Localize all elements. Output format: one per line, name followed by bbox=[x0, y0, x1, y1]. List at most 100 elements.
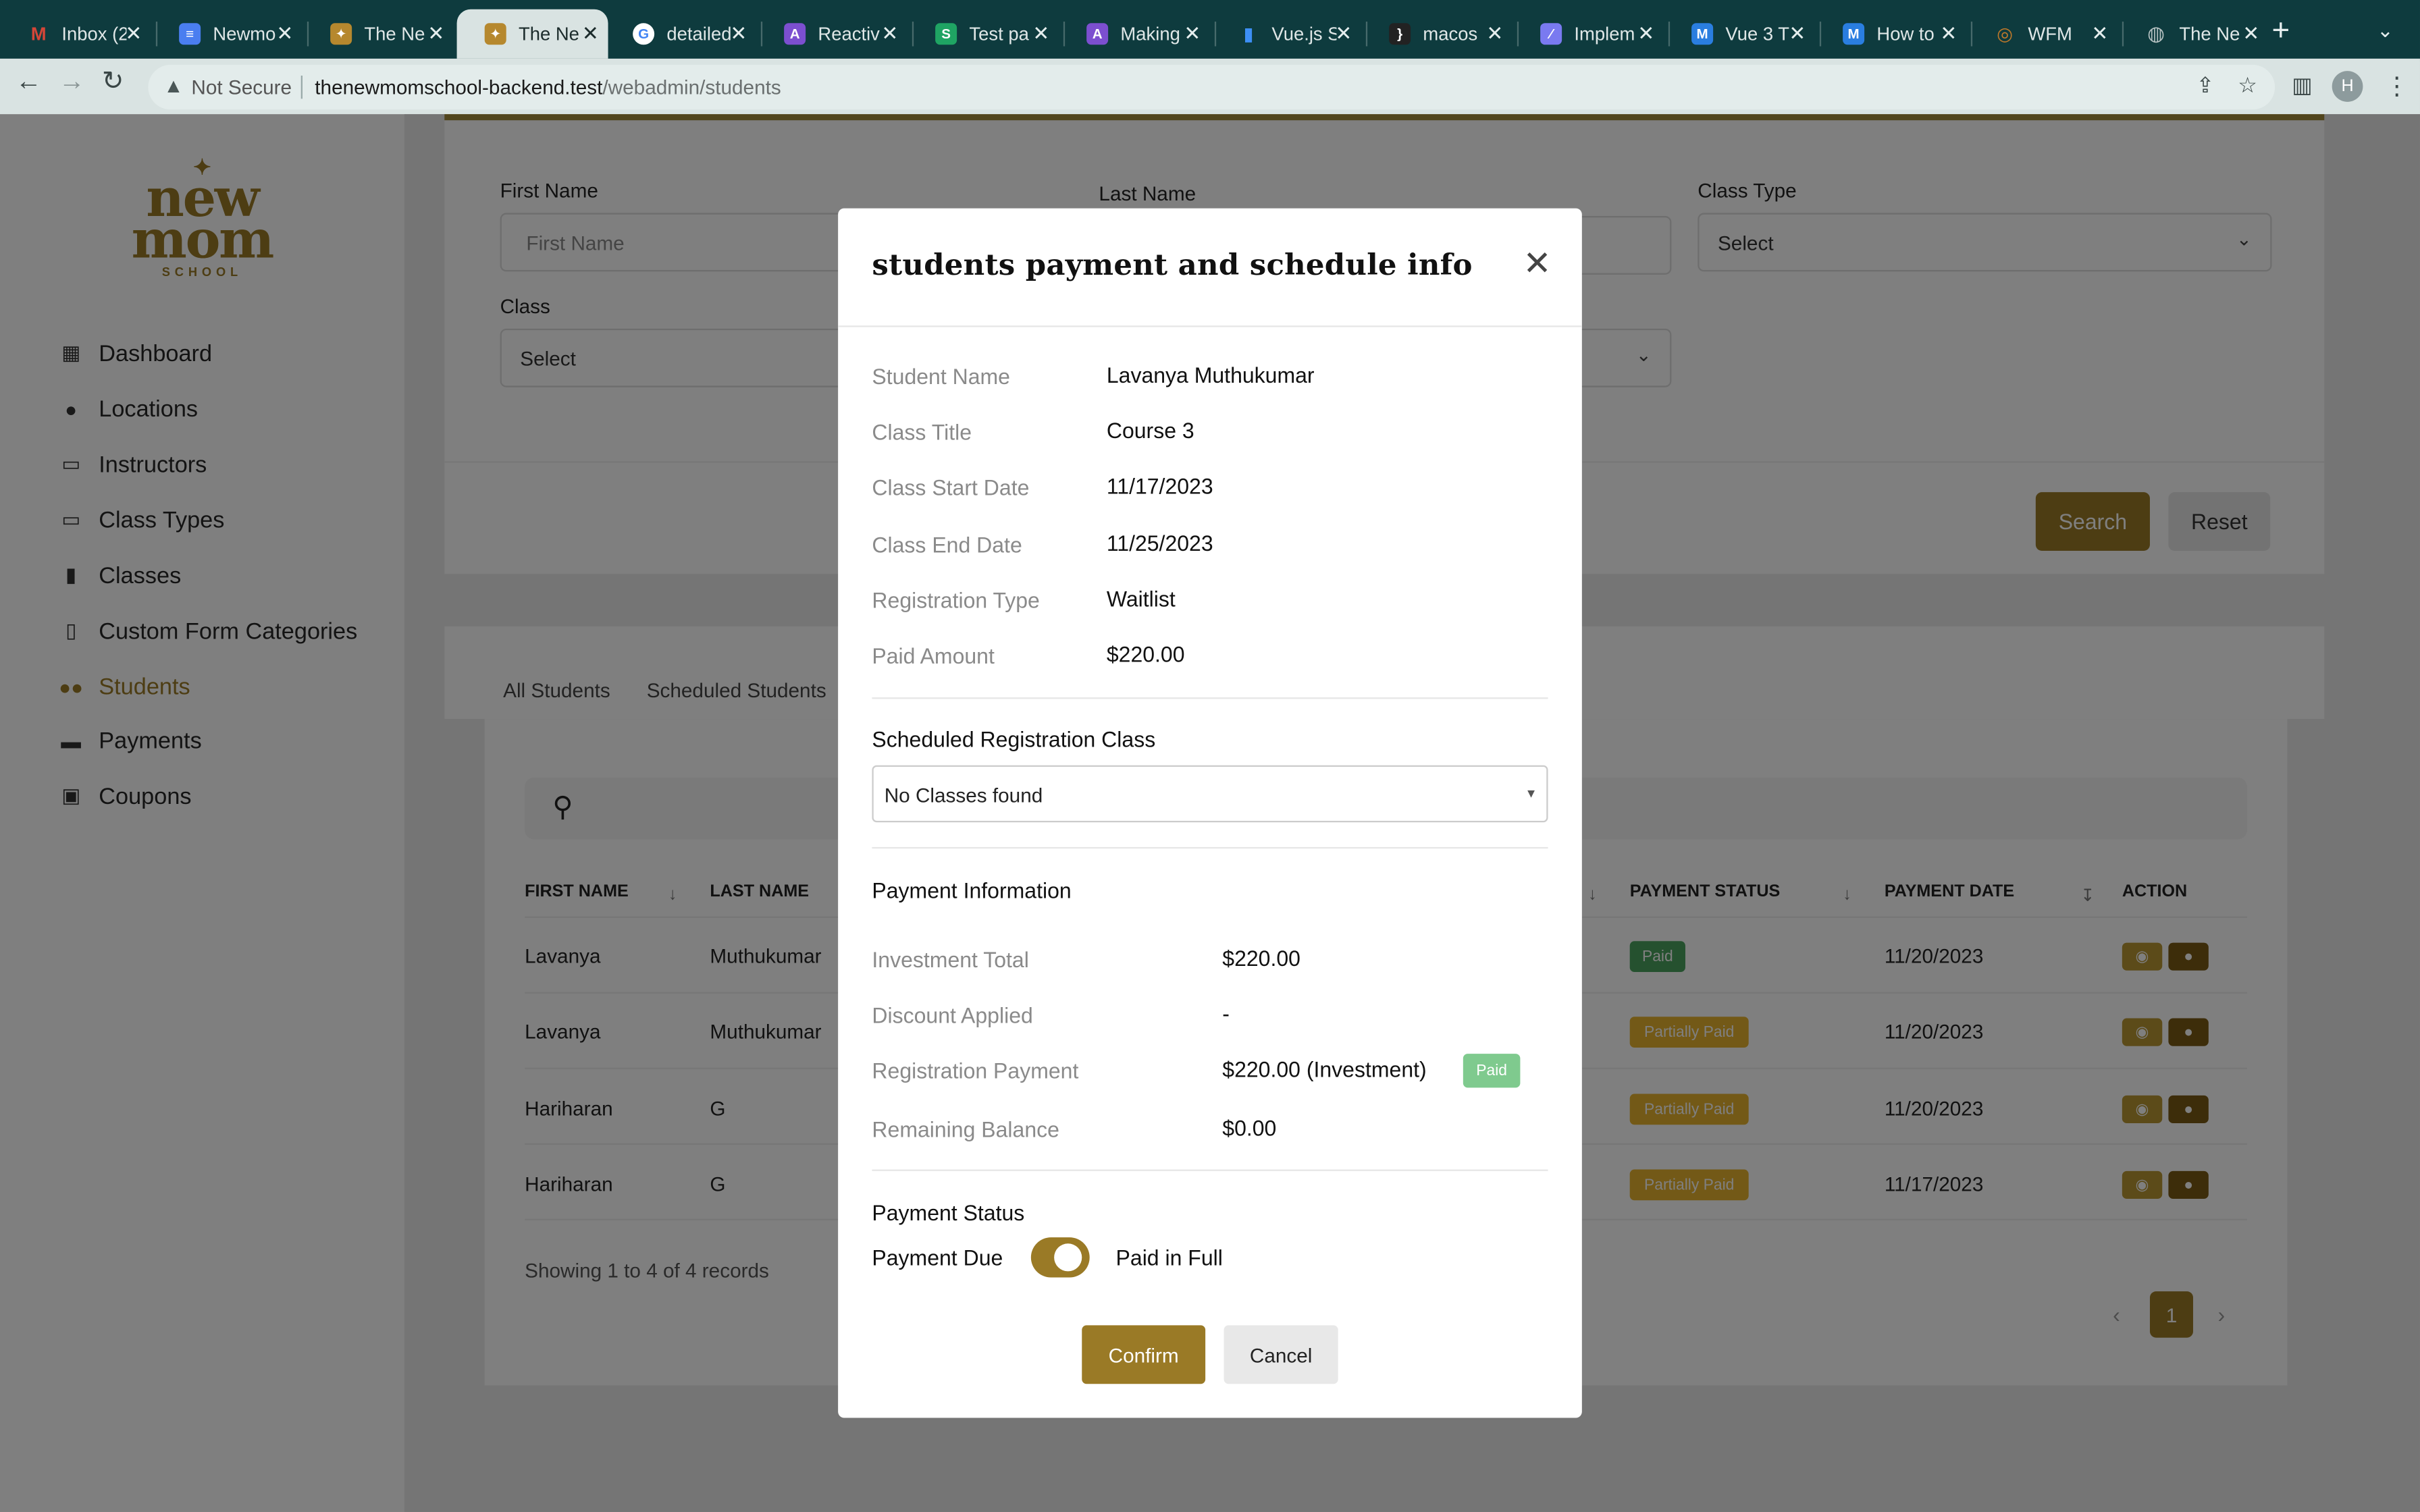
tab-title: detailed bbox=[666, 23, 732, 45]
browser-tab[interactable]: S Test pa ✕ bbox=[908, 9, 1059, 59]
close-tab-icon[interactable]: ✕ bbox=[582, 22, 599, 47]
scheduled-class-value: No Classes found bbox=[884, 784, 1043, 807]
investment-total-label: Investment Total bbox=[872, 947, 1029, 972]
tab-title: Test pa bbox=[969, 23, 1029, 45]
close-tab-icon[interactable]: ✕ bbox=[1637, 22, 1654, 47]
close-tab-icon[interactable]: ✕ bbox=[1789, 22, 1806, 47]
tab-title: Vue 3 T bbox=[1725, 23, 1789, 45]
close-tab-icon[interactable]: ✕ bbox=[730, 22, 747, 47]
tab-title: Inbox (2 bbox=[61, 23, 127, 45]
browser-tab[interactable]: ✦ The Ne ✕ bbox=[302, 9, 454, 59]
browser-toolbar: ← → ↻ ▲ Not Secure thenewmomschool-backe… bbox=[0, 58, 2420, 115]
chevron-down-icon[interactable]: ⌄ bbox=[2377, 18, 2394, 43]
browser-tab-active[interactable]: ✦ The Ne ✕ bbox=[456, 9, 608, 59]
browser-tab[interactable]: A Making ✕ bbox=[1059, 9, 1210, 59]
registration-payment-value: $220.00 (Investment) bbox=[1222, 1056, 1427, 1082]
tab-title: The Ne bbox=[518, 23, 579, 45]
registration-type-value: Waitlist bbox=[1106, 586, 1176, 612]
astro-icon: A bbox=[784, 23, 806, 45]
gmail-icon: M bbox=[30, 23, 47, 45]
browser-tab[interactable]: M Vue 3 T ✕ bbox=[1664, 9, 1815, 59]
registration-payment-label: Registration Payment bbox=[872, 1058, 1079, 1083]
payment-status-heading: Payment Status bbox=[872, 1200, 1025, 1225]
forward-icon[interactable]: → bbox=[59, 66, 85, 97]
remaining-balance-value: $0.00 bbox=[1222, 1115, 1277, 1141]
chart-icon: ▮ bbox=[1243, 23, 1254, 45]
close-tab-icon[interactable]: ✕ bbox=[427, 22, 444, 47]
browser-tab[interactable]: ◎ WFM ✕ bbox=[1966, 9, 2118, 59]
back-icon[interactable]: ← bbox=[16, 66, 42, 97]
tab-title: Implem bbox=[1574, 23, 1635, 45]
cancel-button[interactable]: Cancel bbox=[1224, 1325, 1338, 1384]
linear-icon: ⁄ bbox=[1540, 23, 1562, 45]
browser-tab[interactable]: A Reactiv ✕ bbox=[756, 9, 908, 59]
sidebar-panel-icon[interactable]: ▥ bbox=[2292, 72, 2312, 99]
class-title-value: Course 3 bbox=[1106, 418, 1194, 443]
url-path: /webadmin/students bbox=[602, 75, 781, 99]
scheduled-class-heading: Scheduled Registration Class bbox=[872, 726, 1156, 752]
registration-type-label: Registration Type bbox=[872, 587, 1040, 613]
status-badge: Paid bbox=[1463, 1054, 1521, 1088]
paid-amount-value: $220.00 bbox=[1106, 641, 1185, 667]
tab-title: The Ne bbox=[364, 23, 425, 45]
discount-applied-label: Discount Applied bbox=[872, 1002, 1033, 1028]
screen: M Inbox (2 ✕ ≡ Newmo ✕ ✦ The Ne ✕ ✦ The Ne ✕ Gde… bbox=[0, 0, 2420, 1512]
browser-tab[interactable]: M How to ✕ bbox=[1815, 9, 1966, 59]
class-end-date-label: Class End Date bbox=[872, 532, 1022, 558]
close-tab-icon[interactable]: ✕ bbox=[125, 22, 142, 47]
browser-tab[interactable]: } macos ✕ bbox=[1361, 9, 1512, 59]
astro-icon: A bbox=[1086, 23, 1109, 45]
browser-tab[interactable]: ≡ Newmo ✕ bbox=[151, 9, 302, 59]
close-tab-icon[interactable]: ✕ bbox=[2242, 22, 2259, 47]
student-name-value: Lavanya Muthukumar bbox=[1106, 362, 1315, 387]
browser-tab[interactable]: Gdetailed ✕ bbox=[605, 9, 756, 59]
modal-title: students payment and schedule info bbox=[872, 248, 1473, 283]
close-tab-icon[interactable]: ✕ bbox=[881, 22, 898, 47]
tab-title: WFM bbox=[2028, 23, 2072, 45]
tab-title: macos bbox=[1423, 23, 1478, 45]
star-icon[interactable]: ☆ bbox=[2238, 72, 2257, 99]
confirm-button[interactable]: Confirm bbox=[1082, 1325, 1206, 1384]
close-tab-icon[interactable]: ✕ bbox=[276, 22, 293, 47]
browser-tab[interactable]: M Inbox (2 ✕ bbox=[0, 9, 151, 59]
google-icon: G bbox=[633, 23, 655, 45]
payment-due-label: Payment Due bbox=[872, 1245, 1003, 1270]
scheduled-class-select[interactable]: No Classes found ▼ bbox=[872, 765, 1548, 823]
paid-amount-label: Paid Amount bbox=[872, 643, 995, 668]
payment-status-toggle[interactable] bbox=[1030, 1237, 1090, 1278]
warning-icon: ▲ bbox=[163, 74, 184, 97]
close-tab-icon[interactable]: ✕ bbox=[1184, 22, 1201, 47]
url-text[interactable]: thenewmomschool-backend.test/webadmin/st… bbox=[315, 76, 781, 99]
browser-tab[interactable]: ▮ Vue.js S ✕ bbox=[1210, 9, 1361, 59]
tab-title: Newmo bbox=[213, 23, 276, 45]
class-end-date-value: 11/25/2023 bbox=[1106, 531, 1213, 556]
close-tab-icon[interactable]: ✕ bbox=[1486, 22, 1503, 47]
class-title-label: Class Title bbox=[872, 419, 972, 445]
tab-title: Vue.js S bbox=[1271, 23, 1337, 45]
url-host: thenewmomschool-backend.test bbox=[315, 75, 603, 99]
class-start-date-value: 11/17/2023 bbox=[1106, 473, 1213, 499]
address-bar[interactable]: ▲ Not Secure thenewmomschool-backend.tes… bbox=[148, 64, 2276, 110]
close-tab-icon[interactable]: ✕ bbox=[1335, 22, 1352, 47]
profile-avatar[interactable]: H bbox=[2332, 71, 2363, 102]
remaining-balance-label: Remaining Balance bbox=[872, 1116, 1059, 1142]
investment-total-value: $220.00 bbox=[1222, 946, 1300, 971]
security-label[interactable]: Not Secure bbox=[191, 76, 292, 99]
browser-tab[interactable]: ⁄ Implem ✕ bbox=[1512, 9, 1664, 59]
close-tab-icon[interactable]: ✕ bbox=[1032, 22, 1049, 47]
browser-tab[interactable]: ◍ The Ne ✕ bbox=[2118, 9, 2269, 59]
share-icon[interactable]: ⇪ bbox=[2197, 72, 2215, 99]
bracket-icon: } bbox=[1389, 23, 1411, 45]
reload-icon[interactable]: ↻ bbox=[102, 66, 124, 97]
close-icon[interactable]: ✕ bbox=[1519, 244, 1556, 282]
close-tab-icon[interactable]: ✕ bbox=[2091, 22, 2108, 47]
close-tab-icon[interactable]: ✕ bbox=[1940, 22, 1957, 47]
m-icon: M bbox=[1843, 23, 1865, 45]
tab-title: Reactiv bbox=[818, 23, 880, 45]
payment-info-heading: Payment Information bbox=[872, 878, 1072, 903]
new-tab-icon[interactable]: + bbox=[2272, 14, 2290, 50]
more-menu-icon[interactable]: ⋮ bbox=[2384, 71, 2409, 102]
discount-applied-value: - bbox=[1222, 1001, 1230, 1026]
tab-title: Making bbox=[1120, 23, 1180, 45]
docs-icon: ≡ bbox=[179, 23, 201, 45]
